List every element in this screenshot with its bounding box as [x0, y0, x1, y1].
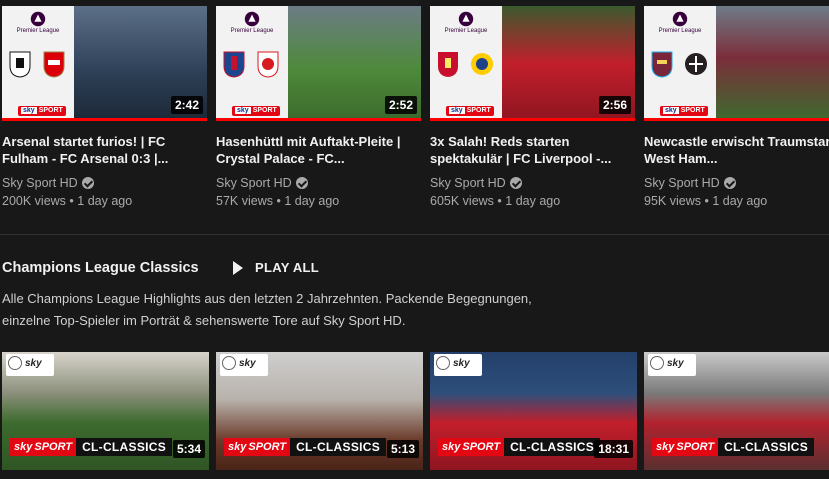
video-duration: 2:52 — [384, 96, 417, 114]
champions-league-sky-badge: sky — [220, 354, 268, 376]
crystal-palace-crest-icon — [223, 51, 245, 78]
leeds-crest-icon — [471, 53, 493, 75]
verified-badge-icon — [723, 177, 736, 189]
channel-name[interactable]: Sky Sport HD — [430, 176, 506, 190]
video-meta: 200K views • 1 day ago — [2, 194, 133, 208]
video-meta: 95K views • 1 day ago — [644, 194, 768, 208]
video-duration: 2:42 — [170, 96, 203, 114]
fulham-crest-icon — [9, 51, 31, 78]
channel-name-row[interactable]: Sky Sport HD — [2, 176, 207, 190]
arsenal-crest-icon — [43, 51, 65, 78]
shelf-title[interactable]: Champions League Classics — [2, 260, 199, 276]
channel-name[interactable]: Sky Sport HD — [216, 176, 292, 190]
video-thumbnail[interactable]: Premier League sky SPORT 2:42 — [2, 6, 207, 121]
premier-league-label: Premier League — [16, 28, 60, 34]
cl-classics-banner: sky SPORT CL-CLASSICS — [438, 438, 601, 456]
classics-row: sky sky SPORT CL-CLASSICS 5:34 sky sky SPOR… — [2, 352, 829, 470]
champions-league-starball-icon — [436, 356, 450, 370]
champions-league-starball-icon — [650, 356, 664, 370]
classics-video-card[interactable]: sky sky SPORT CL-CLASSICS — [644, 352, 829, 470]
video-duration: 5:34 — [172, 440, 205, 458]
section-divider — [0, 234, 829, 235]
video-meta: 605K views • 1 day ago — [430, 194, 561, 208]
west-ham-crest-icon — [651, 51, 673, 78]
channel-name-row[interactable]: Sky Sport HD — [644, 176, 829, 190]
verified-badge-icon — [81, 177, 94, 189]
video-title[interactable]: 3x Salah! Reds starten spektakulär | FC … — [430, 133, 630, 167]
video-title[interactable]: Newcastle erwischt Traumstart | West Ham… — [644, 133, 829, 167]
watched-progress-bar — [644, 118, 829, 121]
video-meta: 57K views • 1 day ago — [216, 194, 340, 208]
cl-classics-banner: sky SPORT CL-CLASSICS — [652, 438, 815, 456]
southampton-crest-icon — [257, 51, 279, 78]
shelf-description: Alle Champions League Highlights aus den… — [2, 291, 532, 328]
champions-league-sky-badge: sky — [434, 354, 482, 376]
premier-league-lion-icon — [30, 11, 46, 27]
watched-progress-bar — [2, 118, 207, 121]
video-title[interactable]: Arsenal startet furios! | FC Fulham - FC… — [2, 133, 202, 167]
premier-league-lion-icon — [672, 11, 688, 27]
channel-name-row[interactable]: Sky Sport HD — [216, 176, 421, 190]
video-card[interactable]: Premier League sky SPORT 2:52 Hasenhüttl … — [216, 6, 421, 208]
newcastle-crest-icon — [685, 53, 707, 75]
premier-league-label: Premier League — [444, 28, 488, 34]
video-thumbnail[interactable]: Premier League sky SPORT 2:52 — [216, 6, 421, 121]
video-row: Premier League sky SPORT 2:42 Arsenal sta… — [2, 6, 829, 216]
cl-classics-banner: sky SPORT CL-CLASSICS — [10, 438, 173, 456]
premier-league-lion-icon — [458, 11, 474, 27]
video-title[interactable]: Hasenhüttl mit Auftakt-Pleite | Crystal … — [216, 133, 416, 167]
liverpool-crest-icon — [438, 52, 458, 77]
play-all-button[interactable]: PLAY ALL — [233, 260, 319, 275]
video-duration: 2:56 — [598, 96, 631, 114]
video-card[interactable]: Premier League sky SPORT 2:56 3x Salah! R… — [430, 6, 635, 208]
sky-sport-logo: sky SPORT — [18, 106, 66, 116]
verified-badge-icon — [295, 177, 308, 189]
premier-league-panel: Premier League sky SPORT — [430, 6, 502, 118]
sky-sport-logo: sky SPORT — [446, 106, 494, 116]
sky-sport-logo: sky SPORT — [660, 106, 708, 116]
champions-league-starball-icon — [8, 356, 22, 370]
play-all-label: PLAY ALL — [255, 260, 320, 275]
classics-video-card[interactable]: sky sky SPORT CL-CLASSICS 18:31 — [430, 352, 637, 470]
champions-league-starball-icon — [222, 356, 236, 370]
video-duration: 5:13 — [386, 440, 419, 458]
video-photo — [716, 6, 829, 121]
sky-sport-logo: sky SPORT — [232, 106, 280, 116]
channel-name[interactable]: Sky Sport HD — [2, 176, 78, 190]
cl-classics-banner: sky SPORT CL-CLASSICS — [224, 438, 387, 456]
premier-league-lion-icon — [244, 11, 260, 27]
video-thumbnail[interactable]: Premier League sky SPORT — [644, 6, 829, 121]
channel-name-row[interactable]: Sky Sport HD — [430, 176, 635, 190]
champions-league-sky-badge: sky — [6, 354, 54, 376]
premier-league-panel: Premier League sky SPORT — [644, 6, 716, 118]
classics-video-card[interactable]: sky sky SPORT CL-CLASSICS 5:13 — [216, 352, 423, 470]
classics-video-card[interactable]: sky sky SPORT CL-CLASSICS 5:34 — [2, 352, 209, 470]
premier-league-panel: Premier League sky SPORT — [2, 6, 74, 118]
champions-league-sky-badge: sky — [648, 354, 696, 376]
play-icon — [233, 260, 243, 275]
watched-progress-bar — [216, 118, 421, 121]
channel-name[interactable]: Sky Sport HD — [644, 176, 720, 190]
watched-progress-bar — [430, 118, 635, 121]
video-card[interactable]: Premier League sky SPORT Newcastle erwisc… — [644, 6, 829, 208]
premier-league-panel: Premier League sky SPORT — [216, 6, 288, 118]
premier-league-label: Premier League — [658, 28, 702, 34]
video-card[interactable]: Premier League sky SPORT 2:42 Arsenal sta… — [2, 6, 207, 208]
premier-league-label: Premier League — [230, 28, 274, 34]
video-thumbnail[interactable]: Premier League sky SPORT 2:56 — [430, 6, 635, 121]
verified-badge-icon — [509, 177, 522, 189]
video-duration: 18:31 — [594, 440, 633, 458]
